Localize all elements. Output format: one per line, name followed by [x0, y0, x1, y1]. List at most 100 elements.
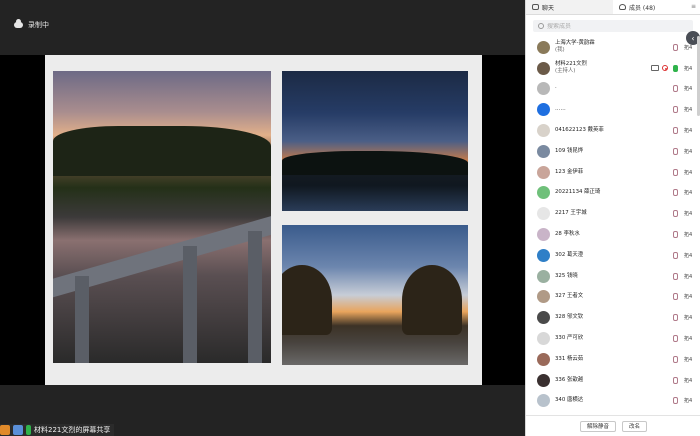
- member-row[interactable]: 330 严可欣 拓4: [526, 328, 700, 349]
- member-name: 上海大学-黄韵霖 (我): [555, 40, 595, 54]
- member-name: 330 严可欣: [555, 335, 583, 342]
- member-row[interactable]: 材料221文烈 (主持人) 拓4: [526, 58, 700, 79]
- member-name-text: 302 葛天澄: [555, 251, 584, 258]
- avatar: [537, 124, 550, 138]
- member-name: ……: [555, 106, 566, 113]
- search-icon: [538, 23, 544, 29]
- avatar: [537, 207, 550, 221]
- panel-menu-icon[interactable]: ≡: [691, 3, 696, 10]
- member-tag: 拓4: [684, 107, 693, 114]
- member-name-text: ·: [555, 85, 557, 92]
- member-row[interactable]: 109 钱昆烨 拓4: [526, 141, 700, 162]
- mic-on-icon[interactable]: [673, 64, 678, 72]
- member-row[interactable]: 2217 王宇城 拓4: [526, 203, 700, 224]
- shared-screen-video: [0, 55, 525, 385]
- member-name: 328 邬文钦: [555, 314, 583, 321]
- member-list[interactable]: 上海大学-黄韵霖 (我) 拓4 材料221文烈 (主持人) 拓4 · 拓4…… 拓4 041622…: [526, 37, 700, 411]
- mic-muted-icon[interactable]: [673, 43, 678, 51]
- member-row[interactable]: 327 王者文 拓4: [526, 287, 700, 308]
- mic-muted-icon[interactable]: [673, 397, 678, 405]
- member-name-text: 材料221文烈: [555, 61, 587, 68]
- mic-icon: [26, 425, 31, 435]
- panel-bottom-bar: 解除静音 改名: [526, 415, 700, 436]
- user-icon: [0, 425, 10, 435]
- avatar: [537, 373, 550, 387]
- avatar: [537, 186, 550, 200]
- mic-muted-icon[interactable]: [673, 355, 678, 363]
- member-row[interactable]: 331 杨云茹 拓4: [526, 349, 700, 370]
- railing-post: [75, 276, 89, 363]
- member-name-text: ……: [555, 106, 566, 113]
- member-role: (主持人): [555, 68, 576, 75]
- member-name: 2217 王宇城: [555, 210, 587, 217]
- mic-muted-icon[interactable]: [673, 147, 678, 155]
- member-name: 109 钱昆烨: [555, 148, 583, 155]
- trees-silhouette: [282, 151, 468, 175]
- member-name-text: 041622123 戴英菲: [555, 127, 604, 134]
- mic-muted-icon[interactable]: [673, 168, 678, 176]
- member-tag: 拓4: [684, 86, 693, 93]
- member-row[interactable]: 20221134 薛正琦 拓4: [526, 183, 700, 204]
- mic-muted-icon[interactable]: [673, 335, 678, 343]
- member-tag: 拓4: [684, 190, 693, 197]
- unmute-all-button[interactable]: 解除静音: [579, 420, 616, 432]
- recording-icon: [662, 65, 668, 72]
- mic-muted-icon[interactable]: [673, 272, 678, 280]
- meeting-window: 录制中 材料221文烈的屏幕共享 聊天 成员 (48) ≡ 搜索成员 上海大学-…: [0, 0, 700, 436]
- tab-members[interactable]: 成员 (48): [613, 0, 700, 14]
- member-role: (我): [555, 47, 565, 54]
- tab-chat-label: 聊天: [542, 4, 555, 12]
- member-row[interactable]: 28 李秋水 拓4: [526, 224, 700, 245]
- avatar: [537, 394, 550, 408]
- avatar: [537, 352, 550, 366]
- mic-muted-icon[interactable]: [673, 251, 678, 259]
- member-row[interactable]: 041622123 戴英菲 拓4: [526, 120, 700, 141]
- mic-muted-icon[interactable]: [673, 189, 678, 197]
- avatar: [537, 311, 550, 325]
- member-row[interactable]: 328 邬文钦 拓4: [526, 307, 700, 328]
- member-tag: 拓4: [684, 148, 693, 155]
- mic-muted-icon[interactable]: [673, 376, 678, 384]
- member-name: 材料221文烈 (主持人): [555, 61, 587, 75]
- member-name-text: 20221134 薛正琦: [555, 189, 601, 196]
- recording-label: 录制中: [28, 21, 49, 29]
- mic-muted-icon[interactable]: [673, 231, 678, 239]
- member-tag: 拓4: [684, 169, 693, 176]
- tab-chat[interactable]: 聊天: [526, 0, 613, 14]
- chat-icon: [532, 4, 539, 10]
- member-row[interactable]: 123 金伊菲 拓4: [526, 162, 700, 183]
- mic-muted-icon[interactable]: [673, 127, 678, 135]
- member-name-text: 336 张歆越: [555, 376, 584, 383]
- sunset-sky-photo: [282, 225, 468, 365]
- mic-muted-icon[interactable]: [673, 85, 678, 93]
- avatar: [537, 228, 550, 242]
- member-name-text: 327 王者文: [555, 293, 584, 300]
- member-tag: 拓4: [684, 398, 693, 405]
- member-search[interactable]: [533, 20, 693, 32]
- share-status-bar[interactable]: 材料221文烈的屏幕共享: [0, 424, 115, 436]
- mic-muted-icon[interactable]: [673, 210, 678, 218]
- recording-indicator[interactable]: 录制中: [14, 19, 49, 30]
- member-tag: 拓4: [684, 44, 693, 51]
- mic-muted-icon[interactable]: [673, 314, 678, 322]
- rename-button[interactable]: 改名: [622, 420, 648, 432]
- member-name: 20221134 薛正琦: [555, 189, 600, 196]
- member-row[interactable]: 302 葛天澄 拓4: [526, 245, 700, 266]
- member-name: 325 钱晓: [555, 273, 578, 280]
- shared-slide: [45, 55, 482, 385]
- member-row[interactable]: 325 钱晓 拓4: [526, 266, 700, 287]
- members-icon: [619, 4, 626, 10]
- night-lake-photo: [282, 71, 468, 211]
- member-tag: 拓4: [684, 252, 693, 259]
- member-row[interactable]: 336 张歆越 拓4: [526, 370, 700, 391]
- member-row[interactable]: · 拓4: [526, 79, 700, 100]
- member-row[interactable]: …… 拓4: [526, 99, 700, 120]
- member-name-text: 325 钱晓: [555, 272, 578, 279]
- member-search-input[interactable]: [547, 22, 667, 30]
- member-row[interactable]: 上海大学-黄韵霖 (我) 拓4: [526, 37, 700, 58]
- screen-share-icon: [651, 65, 659, 72]
- mic-muted-icon[interactable]: [673, 293, 678, 301]
- member-row[interactable]: 340 唐横达 拓4: [526, 391, 700, 412]
- mic-muted-icon[interactable]: [673, 106, 678, 114]
- member-name-text: 328 邬文钦: [555, 314, 584, 321]
